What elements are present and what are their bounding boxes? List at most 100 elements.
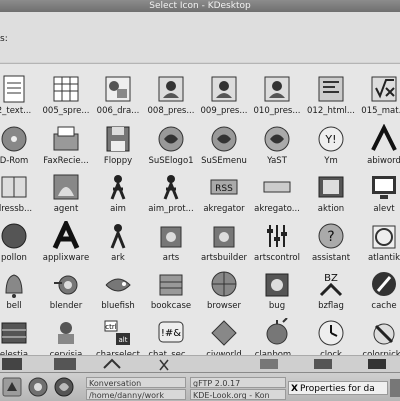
icon-grid-item[interactable]: 012_html... (303, 72, 359, 120)
grid-item-icon (0, 124, 30, 154)
icon-grid-item[interactable]: artsbuilder (196, 219, 252, 267)
grid-item-icon (102, 221, 134, 251)
svg-text:BZ: BZ (324, 273, 338, 284)
grid-item-icon (315, 74, 347, 104)
field-label: s: (0, 34, 8, 44)
taskbar-item-kde-look[interactable]: KDE-Look.org - Kon (190, 389, 286, 400)
grid-item-icon: ? (315, 221, 347, 251)
grid-item-icon (368, 123, 400, 154)
icon-grid-item[interactable]: bug (249, 267, 305, 315)
grid-item-icon (50, 124, 82, 154)
grid-item-icon: RSS (208, 172, 240, 202)
taskbar-item-konversation[interactable]: Konversation (86, 377, 186, 388)
grid-item-icon (208, 318, 240, 348)
grid-item-icon: ctrl alt (102, 318, 134, 348)
icon-grid-item[interactable]: YaST (249, 122, 305, 170)
grid-item-icon (208, 221, 240, 251)
icon-grid-item[interactable]: SuSEmenu (196, 122, 252, 170)
grid-item-icon (208, 124, 240, 154)
kmenu-icon[interactable] (2, 377, 22, 397)
close-icon: X (291, 384, 298, 394)
grid-item-icon (0, 74, 30, 104)
icon-grid-item[interactable]: 008_pres... (143, 72, 199, 120)
grid-item-label: atlantik (367, 253, 400, 263)
icon-grid-item[interactable]: bookcase (143, 267, 199, 315)
partial-icons (2, 358, 386, 371)
icon-grid-item[interactable]: !#& chat_sec... (143, 316, 199, 356)
grid-item-icon (261, 317, 293, 348)
icon-grid-item[interactable]: clanbom... (249, 316, 305, 356)
icon-grid-item[interactable]: artscontrol (249, 219, 305, 267)
taskbar-item-properties[interactable]: X Properties for da (288, 381, 388, 395)
svg-text:alt: alt (119, 336, 128, 344)
grid-item-icon (50, 269, 82, 299)
grid-item-icon (155, 74, 187, 104)
icon-grid-item[interactable]: aktion (303, 170, 359, 218)
grid-item-icon (102, 74, 134, 104)
icon-grid-item[interactable]: 015_mat... (356, 72, 400, 120)
icon-grid-item[interactable]: atlantik (356, 219, 400, 267)
grid-item-icon (0, 269, 30, 299)
window-title: Select Icon - KDesktop (149, 1, 251, 11)
grid-item-icon (315, 172, 347, 202)
taskbar-item-home-folder[interactable]: /home/danny/work (86, 389, 186, 400)
partial-row-strip (0, 355, 400, 373)
grid-item-icon (261, 269, 293, 299)
icon-grid-item[interactable]: 009_pres... (196, 72, 252, 120)
grid-item-icon (50, 172, 82, 202)
icon-grid-item[interactable]: aim (90, 170, 146, 218)
icon-grid-item[interactable]: colorpicke (356, 316, 400, 356)
icon-grid-item[interactable]: aim_prot... (143, 170, 199, 218)
svg-text:!#&: !#& (161, 328, 181, 339)
grid-item-icon (261, 221, 293, 251)
icon-grid[interactable]: 2_text... 005_spre... 006_dra... 008_pres..… (0, 63, 400, 356)
tray-edge (390, 379, 400, 399)
grid-item-icon (261, 74, 293, 104)
taskbar-item-gftp[interactable]: gFTP 2.0.17 (190, 377, 286, 388)
grid-item-icon (102, 172, 134, 202)
icon-grid-item[interactable]: SuSElogo1 (143, 122, 199, 170)
icon-grid-item[interactable]: akregato... (249, 170, 305, 218)
icon-grid-item[interactable]: arts (143, 219, 199, 267)
grid-item-icon: Y! (315, 124, 347, 154)
icon-grid-item[interactable]: abiword (356, 122, 400, 170)
grid-item-icon (368, 269, 400, 299)
icon-grid-item[interactable]: bluefish (90, 267, 146, 315)
icon-grid-item[interactable]: alevt (356, 170, 400, 218)
desktop-icon[interactable] (28, 377, 48, 397)
icon-grid-item[interactable]: Y! Ym (303, 122, 359, 170)
svg-text:?: ? (327, 229, 334, 245)
grid-item-icon (155, 124, 187, 154)
grid-item-label: abiword (367, 156, 400, 166)
icon-grid-item[interactable]: ctrl alt charselect (90, 316, 146, 356)
icon-grid-item[interactable]: 006_dra... (90, 72, 146, 120)
svg-text:RSS: RSS (215, 184, 233, 194)
grid-item-label: cache (371, 301, 397, 311)
konqueror-icon[interactable] (54, 377, 74, 397)
grid-item-icon (208, 74, 240, 104)
svg-text:ctrl: ctrl (105, 323, 116, 331)
svg-text:Y!: Y! (324, 133, 336, 146)
icon-grid-item[interactable]: BZ bzflag (303, 267, 359, 315)
icon-grid-item[interactable]: clock (303, 316, 359, 356)
grid-item-icon (261, 172, 293, 202)
grid-item-icon (368, 74, 400, 104)
grid-item-icon (208, 269, 240, 299)
grid-item-icon: BZ (315, 269, 347, 299)
grid-item-icon (0, 318, 30, 348)
icon-grid-item[interactable]: 010_pres... (249, 72, 305, 120)
icon-grid-item[interactable]: ? assistant (303, 219, 359, 267)
icon-grid-item[interactable]: civworld (196, 316, 252, 356)
icon-grid-item[interactable]: ark (90, 219, 146, 267)
icon-grid-item[interactable]: Floppy (90, 122, 146, 170)
icon-grid-item[interactable]: RSS akregator (196, 170, 252, 218)
grid-item-icon (50, 74, 82, 104)
grid-item-icon (50, 217, 82, 251)
icon-grid-item[interactable]: cache (356, 267, 400, 315)
taskbar: Konversation /home/danny/work gFTP 2.0.1… (0, 372, 400, 401)
grid-item-icon (155, 269, 187, 299)
label-row: s: (0, 12, 400, 62)
icon-grid-item[interactable]: browser (196, 267, 252, 315)
window-title-bar[interactable]: Select Icon - KDesktop (0, 0, 400, 12)
grid-item-icon (0, 172, 30, 202)
